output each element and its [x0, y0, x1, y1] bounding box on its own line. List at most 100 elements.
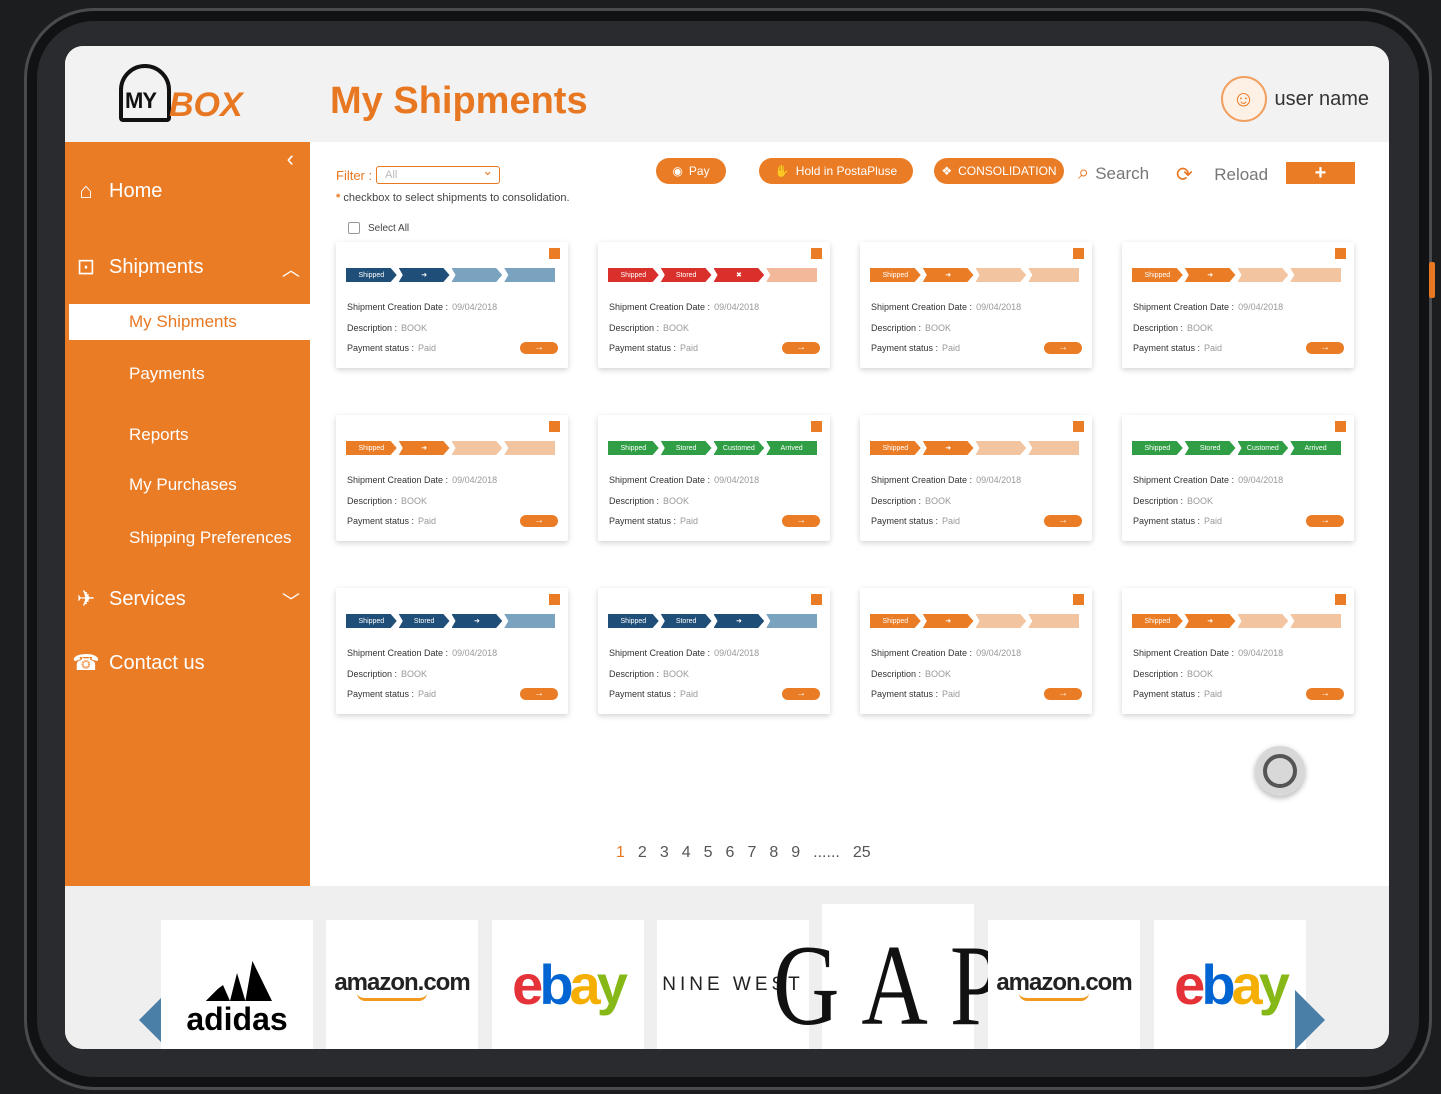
shipment-card[interactable]: Shipped Stored ➜ Shipment Creation Date :09… — [598, 588, 830, 714]
brand-amazon[interactable]: amazon.com — [326, 920, 478, 1049]
collapse-sidebar-icon[interactable]: ‹ — [287, 146, 294, 172]
card-details-arrow-icon[interactable]: → — [520, 515, 558, 527]
coin-icon: ◉ — [672, 164, 683, 178]
mybox-logo[interactable]: MY BOX — [119, 60, 243, 128]
status-step: Shipped — [608, 614, 659, 628]
card-row-pay: Payment status : Paid — [1133, 516, 1222, 526]
status-step: Shipped — [608, 268, 659, 282]
shipment-card[interactable]: Shipped ➜ Shipment Creation Date :09/04/20… — [860, 415, 1092, 541]
card-row-date: Shipment Creation Date :09/04/2018 — [871, 475, 1021, 485]
chevron-up-icon[interactable]: ︿ — [282, 256, 300, 282]
status-tracker: Shipped ➜ — [870, 614, 1079, 628]
carousel-next-icon[interactable] — [1295, 990, 1325, 1049]
card-row-desc: Description : BOOK — [609, 323, 689, 333]
brand-ebay-2[interactable]: ebay — [1154, 920, 1306, 1049]
shipment-card[interactable]: Shipped ➜ Shipment Creation Date :09/04/20… — [1122, 588, 1354, 714]
card-select-checkbox[interactable] — [1073, 421, 1084, 432]
user-name: user name — [1274, 87, 1370, 110]
filter-select[interactable]: All — [376, 163, 501, 184]
page-link[interactable]: 2 — [638, 844, 647, 862]
sidebar-item-shipping-preferences[interactable]: Shipping Preferences — [129, 528, 292, 548]
page-link[interactable]: 3 — [660, 844, 669, 862]
hold-button[interactable]: ✋ Hold in PostaPluse — [759, 158, 913, 184]
user-menu[interactable]: ☺ user name — [1220, 76, 1370, 122]
card-select-checkbox[interactable] — [1073, 594, 1084, 605]
brand-amazon-2[interactable]: amazon.com — [988, 920, 1140, 1049]
shipment-card[interactable]: Shipped ➜ Shipment Creation Date :09/04/20… — [1122, 242, 1354, 368]
card-select-checkbox[interactable] — [1335, 594, 1346, 605]
status-step: ➜ — [713, 614, 765, 628]
chevron-down-icon[interactable]: ﹀ — [282, 588, 300, 614]
sidebar-item-my-shipments[interactable]: My Shipments — [69, 304, 310, 340]
sidebar-item-payments[interactable]: Payments — [129, 364, 205, 384]
card-field-value: 09/04/2018 — [1238, 475, 1284, 485]
page-link[interactable]: 9 — [791, 844, 800, 862]
select-all-checkbox[interactable] — [348, 222, 360, 234]
page-link[interactable]: 8 — [769, 844, 778, 862]
consolidation-button[interactable]: ❖ CONSOLIDATION — [934, 158, 1064, 184]
card-select-checkbox[interactable] — [1073, 248, 1084, 259]
chat-button[interactable] — [1255, 746, 1305, 796]
brand-ebay[interactable]: ebay — [492, 920, 644, 1049]
card-details-arrow-icon[interactable]: → — [1306, 688, 1344, 700]
card-details-arrow-icon[interactable]: → — [520, 688, 558, 700]
sidebar-item-contact[interactable]: ☎ Contact us — [71, 648, 204, 678]
status-step: Shipped — [870, 441, 921, 455]
brand-gap[interactable]: GAP — [773, 903, 1001, 1049]
shipment-card[interactable]: Shipped ➜ Shipment Creation Date :09/04/20… — [860, 242, 1092, 368]
card-select-checkbox[interactable] — [549, 594, 560, 605]
page-link[interactable]: 6 — [726, 844, 735, 862]
card-field-value: Paid — [680, 689, 699, 699]
shipment-card[interactable]: Shipped Stored Customed Arrived Shipment Cre… — [598, 415, 830, 541]
shipment-card[interactable]: Shipped ➜ Shipment Creation Date :09/04/20… — [336, 242, 568, 368]
sidebar-item-label: Shipments — [109, 255, 204, 278]
card-details-arrow-icon[interactable]: → — [1306, 342, 1344, 354]
shipment-card[interactable]: Shipped Stored ✖ Shipment Creation Date :09… — [598, 242, 830, 368]
card-details-arrow-icon[interactable]: → — [1044, 688, 1082, 700]
card-select-checkbox[interactable] — [549, 248, 560, 259]
card-select-checkbox[interactable] — [811, 248, 822, 259]
sidebar-item-reports[interactable]: Reports — [129, 425, 189, 445]
card-details-arrow-icon[interactable]: → — [782, 688, 820, 700]
card-select-checkbox[interactable] — [811, 421, 822, 432]
sidebar-item-home[interactable]: ⌂ Home — [71, 176, 162, 206]
shipment-card[interactable]: Shipped Stored Customed Arrived Shipment Cre… — [1122, 415, 1354, 541]
reload-button[interactable]: ⟳ Reload — [1176, 162, 1268, 187]
card-row-desc: Description : BOOK — [1133, 496, 1213, 506]
page-link[interactable]: 5 — [704, 844, 713, 862]
page-link[interactable]: 4 — [682, 844, 691, 862]
shipment-card[interactable]: Shipped ➜ Shipment Creation Date :09/04/20… — [336, 415, 568, 541]
card-details-arrow-icon[interactable]: → — [1044, 515, 1082, 527]
card-field-label: Description : — [347, 669, 398, 679]
add-shipment-button[interactable]: + — [1286, 162, 1355, 184]
page-link[interactable]: 1 — [616, 844, 625, 862]
card-field-label: Payment status : — [1133, 689, 1201, 699]
sidebar-item-services[interactable]: ✈ Services — [71, 584, 186, 614]
brand-adidas[interactable]: adidas — [161, 920, 313, 1049]
card-row-date: Shipment Creation Date :09/04/2018 — [1133, 475, 1283, 485]
page-link[interactable]: 7 — [747, 844, 756, 862]
card-details-arrow-icon[interactable]: → — [520, 342, 558, 354]
card-details-arrow-icon[interactable]: → — [1306, 515, 1344, 527]
sidebar-item-my-purchases[interactable]: My Purchases — [129, 475, 237, 495]
card-select-checkbox[interactable] — [549, 421, 560, 432]
card-field-value: 09/04/2018 — [452, 302, 498, 312]
sidebar-item-shipments[interactable]: ⊡ Shipments — [71, 252, 204, 282]
shipment-card[interactable]: Shipped ➜ Shipment Creation Date :09/04/20… — [860, 588, 1092, 714]
card-field-value: BOOK — [1187, 669, 1214, 679]
select-all[interactable]: Select All — [348, 222, 409, 234]
card-details-arrow-icon[interactable]: → — [782, 342, 820, 354]
card-details-arrow-icon[interactable]: → — [1044, 342, 1082, 354]
shipment-card[interactable]: Shipped Stored ➜ Shipment Creation Date :09… — [336, 588, 568, 714]
card-select-checkbox[interactable] — [1335, 421, 1346, 432]
page-link[interactable]: 25 — [853, 844, 871, 862]
card-details-arrow-icon[interactable]: → — [782, 515, 820, 527]
ebay-b: b — [539, 953, 573, 1016]
search-button[interactable]: ⌕ Search — [1078, 162, 1149, 185]
card-field-value: 09/04/2018 — [976, 302, 1022, 312]
card-select-checkbox[interactable] — [811, 594, 822, 605]
card-select-checkbox[interactable] — [1335, 248, 1346, 259]
consolidation-label: CONSOLIDATION — [958, 164, 1057, 178]
pay-button[interactable]: ◉ Pay — [656, 158, 726, 184]
status-step — [1237, 268, 1289, 282]
